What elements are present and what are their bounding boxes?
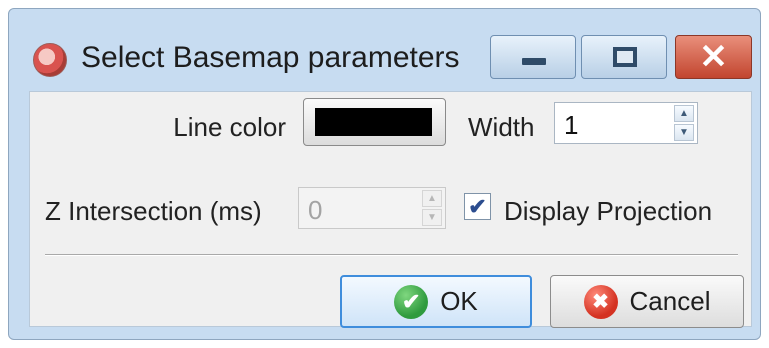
cancel-button-label: Cancel [629, 286, 711, 316]
window-title: Select Basemap parameters [81, 41, 460, 74]
dialog-window: Select Basemap parameters ✕ Line color W… [8, 8, 761, 340]
z-intersection-value[interactable]: 0 [308, 195, 322, 226]
cancel-button[interactable]: ✖ Cancel [550, 275, 744, 328]
line-color-button[interactable] [303, 98, 446, 146]
checkmark-icon: ✔ [468, 193, 487, 219]
z-intersection-label: Z Intersection (ms) [45, 196, 262, 226]
separator [45, 254, 738, 256]
ok-button[interactable]: ✔ OK [340, 275, 532, 328]
display-projection-checkbox[interactable]: ✔ [464, 193, 491, 220]
z-intersection-spinbox[interactable]: 0 ▲ ▼ [298, 187, 446, 229]
display-projection-label[interactable]: Display Projection [504, 196, 712, 227]
z-increment-arrow-icon[interactable]: ▲ [422, 190, 442, 207]
dialog-body: Line color Width 1 ▲ ▼ Z Intersection (m… [29, 91, 752, 328]
z-decrement-arrow-icon[interactable]: ▼ [422, 209, 442, 226]
width-increment-arrow-icon[interactable]: ▲ [674, 105, 694, 122]
close-icon: ✕ [699, 38, 728, 76]
maximize-icon [613, 47, 637, 67]
cancel-x-icon: ✖ [583, 284, 618, 319]
close-button[interactable]: ✕ [675, 35, 752, 79]
minimize-icon [522, 58, 546, 65]
width-decrement-arrow-icon[interactable]: ▼ [674, 124, 694, 141]
ok-button-label: OK [440, 286, 478, 316]
width-label: Width [468, 112, 535, 142]
width-value[interactable]: 1 [564, 110, 578, 141]
minimize-button[interactable] [490, 35, 576, 79]
maximize-button[interactable] [581, 35, 667, 79]
width-spinbox[interactable]: 1 ▲ ▼ [554, 102, 698, 144]
line-color-label: Line color [173, 112, 286, 142]
title-bar[interactable]: Select Basemap parameters ✕ [9, 9, 760, 91]
app-icon [33, 43, 67, 77]
line-color-swatch [315, 108, 432, 136]
ok-check-icon: ✔ [394, 284, 429, 319]
